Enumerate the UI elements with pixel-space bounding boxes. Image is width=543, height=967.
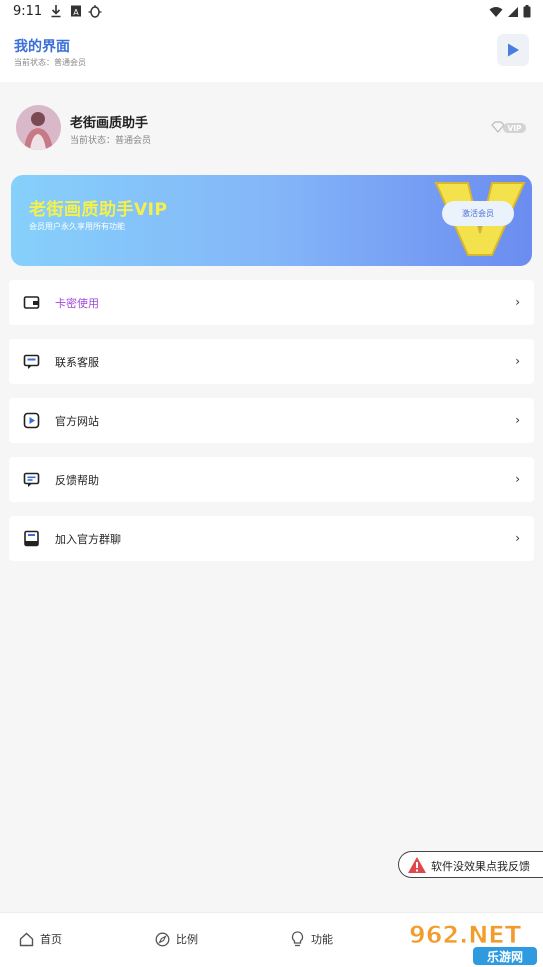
- chevron-right-icon: ›: [515, 354, 520, 368]
- play-box-icon: [23, 412, 40, 429]
- nav-tab-ratio[interactable]: 比例: [155, 931, 198, 947]
- download-icon: [51, 5, 61, 18]
- svg-text:A: A: [73, 8, 79, 17]
- book-icon: [24, 530, 39, 547]
- diamond-vip-icon: VIP: [491, 121, 526, 133]
- avatar-image: [16, 105, 61, 150]
- signal-icon: [508, 6, 518, 17]
- compass-icon: [155, 932, 170, 946]
- avatar[interactable]: [16, 105, 61, 150]
- menu-label: 加入官方群聊: [55, 533, 121, 546]
- app-header: 我的界面 当前状态：普通会员: [0, 24, 543, 82]
- vip-badge-text: VIP: [507, 124, 522, 133]
- nav-label: 功能: [311, 933, 333, 946]
- bug-icon: [88, 5, 102, 18]
- nav-label: 比例: [176, 933, 198, 946]
- battery-icon: [523, 5, 531, 18]
- chevron-right-icon: ›: [515, 295, 520, 309]
- menu-label: 卡密使用: [55, 297, 99, 310]
- menu-label: 联系客服: [55, 356, 99, 369]
- menu-label: 官方网站: [55, 415, 99, 428]
- feedback-label: 软件没效果点我反馈: [431, 860, 530, 873]
- play-button[interactable]: [497, 34, 529, 66]
- card-icon: [23, 296, 40, 309]
- wifi-icon: [489, 6, 503, 17]
- page-title: 我的界面: [14, 39, 70, 55]
- status-indicators: [489, 5, 531, 18]
- profile-status: 当前状态：普通会员: [70, 136, 152, 146]
- menu-item-official-site[interactable]: 官方网站 ›: [9, 398, 534, 443]
- banner-subtitle: 会员用户永久享用所有功能: [29, 222, 125, 231]
- chat-icon: [23, 354, 40, 369]
- chevron-right-icon: ›: [515, 531, 520, 545]
- feedback-floating-button[interactable]: 软件没效果点我反馈: [398, 851, 543, 878]
- play-icon: [508, 43, 519, 57]
- status-time: 9:11: [13, 4, 43, 19]
- chevron-right-icon: ›: [515, 472, 520, 486]
- nav-label: 首页: [40, 933, 62, 946]
- menu-label: 反馈帮助: [55, 474, 99, 487]
- banner-title: 老街画质助手VIP: [29, 200, 168, 220]
- watermark-graphic: 962.NET 乐游网: [409, 921, 537, 965]
- vip-badge: VIP: [491, 120, 527, 139]
- message-icon: [23, 472, 40, 487]
- nav-tab-features[interactable]: 功能: [290, 931, 333, 947]
- chevron-right-icon: ›: [515, 413, 520, 427]
- nav-tab-home[interactable]: 首页: [19, 931, 62, 947]
- profile-card: 老街画质助手 当前状态：普通会员 VIP: [0, 92, 543, 162]
- home-icon: [19, 932, 34, 946]
- watermark-logo: 962.NET 乐游网: [403, 915, 543, 967]
- warning-icon: [408, 857, 426, 873]
- status-bar: 9:11 A: [0, 0, 543, 24]
- menu-item-join-group[interactable]: 加入官方群聊 ›: [9, 516, 534, 561]
- header-subtitle: 当前状态：普通会员: [14, 58, 86, 67]
- watermark-text: 962.NET: [409, 921, 522, 949]
- menu-item-feedback-help[interactable]: 反馈帮助 ›: [9, 457, 534, 502]
- profile-name: 老街画质助手: [70, 116, 149, 131]
- menu-item-contact-support[interactable]: 联系客服 ›: [9, 339, 534, 384]
- watermark-subtext: 乐游网: [487, 949, 523, 964]
- activate-vip-button[interactable]: 激活会员: [442, 201, 514, 226]
- a-box-icon: A: [71, 5, 81, 17]
- vip-banner[interactable]: 老街画质助手VIP 会员用户永久享用所有功能 激活会员: [11, 175, 532, 266]
- menu-item-card-key[interactable]: 卡密使用 ›: [9, 280, 534, 325]
- bulb-icon: [291, 931, 304, 947]
